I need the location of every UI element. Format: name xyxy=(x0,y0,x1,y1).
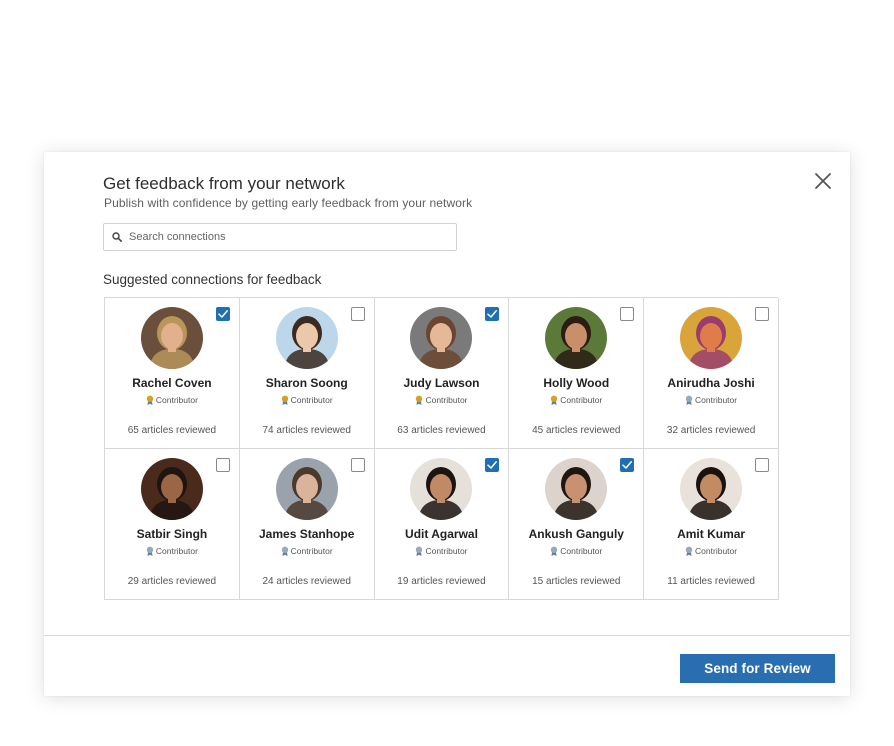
connection-card[interactable]: Rachel Coven Contributor 65 articles revie… xyxy=(105,298,240,449)
medal-icon xyxy=(146,546,154,556)
badge-label: Contributor xyxy=(425,395,468,405)
connection-name: Rachel Coven xyxy=(132,376,212,390)
connection-name: Sharon Soong xyxy=(265,376,348,390)
badge-label: Contributor xyxy=(425,546,468,556)
connections-grid: Rachel Coven Contributor 65 articles revie… xyxy=(104,297,779,600)
avatar xyxy=(680,458,743,520)
contributor-badge: Contributor xyxy=(240,546,374,556)
checkbox-checked[interactable] xyxy=(485,307,500,321)
checkbox-checked[interactable] xyxy=(620,458,635,472)
connection-card[interactable]: Anirudha Joshi Contributor 32 articles rev… xyxy=(644,298,779,449)
contributor-badge: Contributor xyxy=(644,546,778,556)
avatar xyxy=(680,307,743,369)
connection-name: Judy Lawson xyxy=(403,376,480,390)
contributor-badge: Contributor xyxy=(644,395,778,405)
search-input[interactable] xyxy=(129,231,449,243)
connection-name: Holly Wood xyxy=(543,376,610,390)
checkmark-icon xyxy=(622,461,633,469)
avatar xyxy=(545,307,608,369)
checkbox-checked[interactable] xyxy=(215,307,230,321)
reviews-count: 45 articles reviewed xyxy=(532,425,621,436)
badge-label: Contributor xyxy=(560,546,603,556)
reviews-count: 15 articles reviewed xyxy=(532,576,621,587)
avatar xyxy=(275,307,338,369)
badge-label: Contributor xyxy=(290,546,333,556)
checkmark-icon xyxy=(218,310,228,318)
feedback-modal: Get feedback from your network Publish w… xyxy=(44,152,850,696)
contributor-badge: Contributor xyxy=(509,395,643,405)
avatar xyxy=(140,307,203,369)
section-title: Suggested connections for feedback xyxy=(103,272,322,287)
checkbox-unchecked[interactable] xyxy=(350,307,365,321)
checkbox-unchecked[interactable] xyxy=(215,458,230,472)
connection-name: Ankush Ganguly xyxy=(528,527,624,541)
connection-card[interactable]: Udit Agarwal Contributor 19 articles revie… xyxy=(374,449,510,600)
reviews-count: 24 articles reviewed xyxy=(262,576,351,587)
connection-card[interactable]: Ankush Ganguly Contributor 15 articles rev… xyxy=(509,449,645,600)
connection-card[interactable]: James Stanhope Contributor 24 articles rev… xyxy=(239,449,375,600)
medal-icon xyxy=(685,546,693,556)
medal-icon xyxy=(281,395,288,405)
reviews-count: 65 articles reviewed xyxy=(127,425,217,436)
contributor-badge: Contributor xyxy=(240,395,374,405)
checkmark-icon xyxy=(487,461,498,469)
connection-card[interactable]: Judy Lawson Contributor 63 articles review… xyxy=(374,298,510,449)
avatar xyxy=(275,458,338,520)
search-icon xyxy=(112,232,122,242)
checkbox-unchecked[interactable] xyxy=(350,458,365,472)
medal-icon xyxy=(551,546,558,556)
send-for-review-button[interactable]: Send for Review xyxy=(680,654,835,683)
avatar xyxy=(410,458,473,520)
badge-label: Contributor xyxy=(695,395,738,405)
badge-label: Contributor xyxy=(155,546,198,556)
checkmark-icon xyxy=(487,310,498,318)
contributor-badge: Contributor xyxy=(375,546,509,556)
checkbox-unchecked[interactable] xyxy=(754,458,769,472)
reviews-count: 29 articles reviewed xyxy=(127,576,217,587)
connection-name: James Stanhope xyxy=(259,527,355,541)
checkbox-unchecked[interactable] xyxy=(620,307,635,321)
avatar xyxy=(410,307,473,369)
connection-card[interactable]: Amit Kumar Contributor 11 articles reviewe… xyxy=(644,449,779,600)
reviews-count: 19 articles reviewed xyxy=(397,576,486,587)
connection-name: Anirudha Joshi xyxy=(667,376,755,390)
close-icon[interactable] xyxy=(813,171,833,191)
medal-icon xyxy=(551,395,558,405)
badge-label: Contributor xyxy=(560,395,603,405)
connection-card[interactable]: Satbir Singh Contributor 29 articles revie… xyxy=(105,449,240,600)
medal-icon xyxy=(416,546,423,556)
badge-label: Contributor xyxy=(155,395,198,405)
medal-icon xyxy=(685,395,693,405)
medal-icon xyxy=(281,546,288,556)
medal-icon xyxy=(146,395,154,405)
connection-name: Udit Agarwal xyxy=(405,527,478,541)
reviews-count: 11 articles reviewed xyxy=(667,576,755,587)
badge-label: Contributor xyxy=(695,546,738,556)
contributor-badge: Contributor xyxy=(375,395,509,405)
connection-name: Satbir Singh xyxy=(136,527,208,541)
badge-label: Contributor xyxy=(290,395,333,405)
reviews-count: 74 articles reviewed xyxy=(262,425,351,436)
contributor-badge: Contributor xyxy=(105,395,239,405)
checkbox-unchecked[interactable] xyxy=(754,307,769,321)
connection-card[interactable]: Holly Wood Contributor 45 articles reviewe… xyxy=(509,298,645,449)
modal-title: Get feedback from your network xyxy=(103,174,345,193)
connection-name: Amit Kumar xyxy=(677,527,746,541)
contributor-badge: Contributor xyxy=(509,546,643,556)
contributor-badge: Contributor xyxy=(105,546,239,556)
connection-card[interactable]: Sharon Soong Contributor 74 articles revie… xyxy=(239,298,375,449)
modal-subtitle: Publish with confidence by getting early… xyxy=(104,196,473,210)
reviews-count: 32 articles reviewed xyxy=(666,425,756,436)
search-box[interactable] xyxy=(103,223,457,251)
checkbox-checked[interactable] xyxy=(485,458,500,472)
medal-icon xyxy=(416,395,423,405)
avatar xyxy=(140,458,203,520)
avatar xyxy=(545,458,608,520)
reviews-count: 63 articles reviewed xyxy=(397,425,486,436)
footer-divider xyxy=(44,635,850,636)
